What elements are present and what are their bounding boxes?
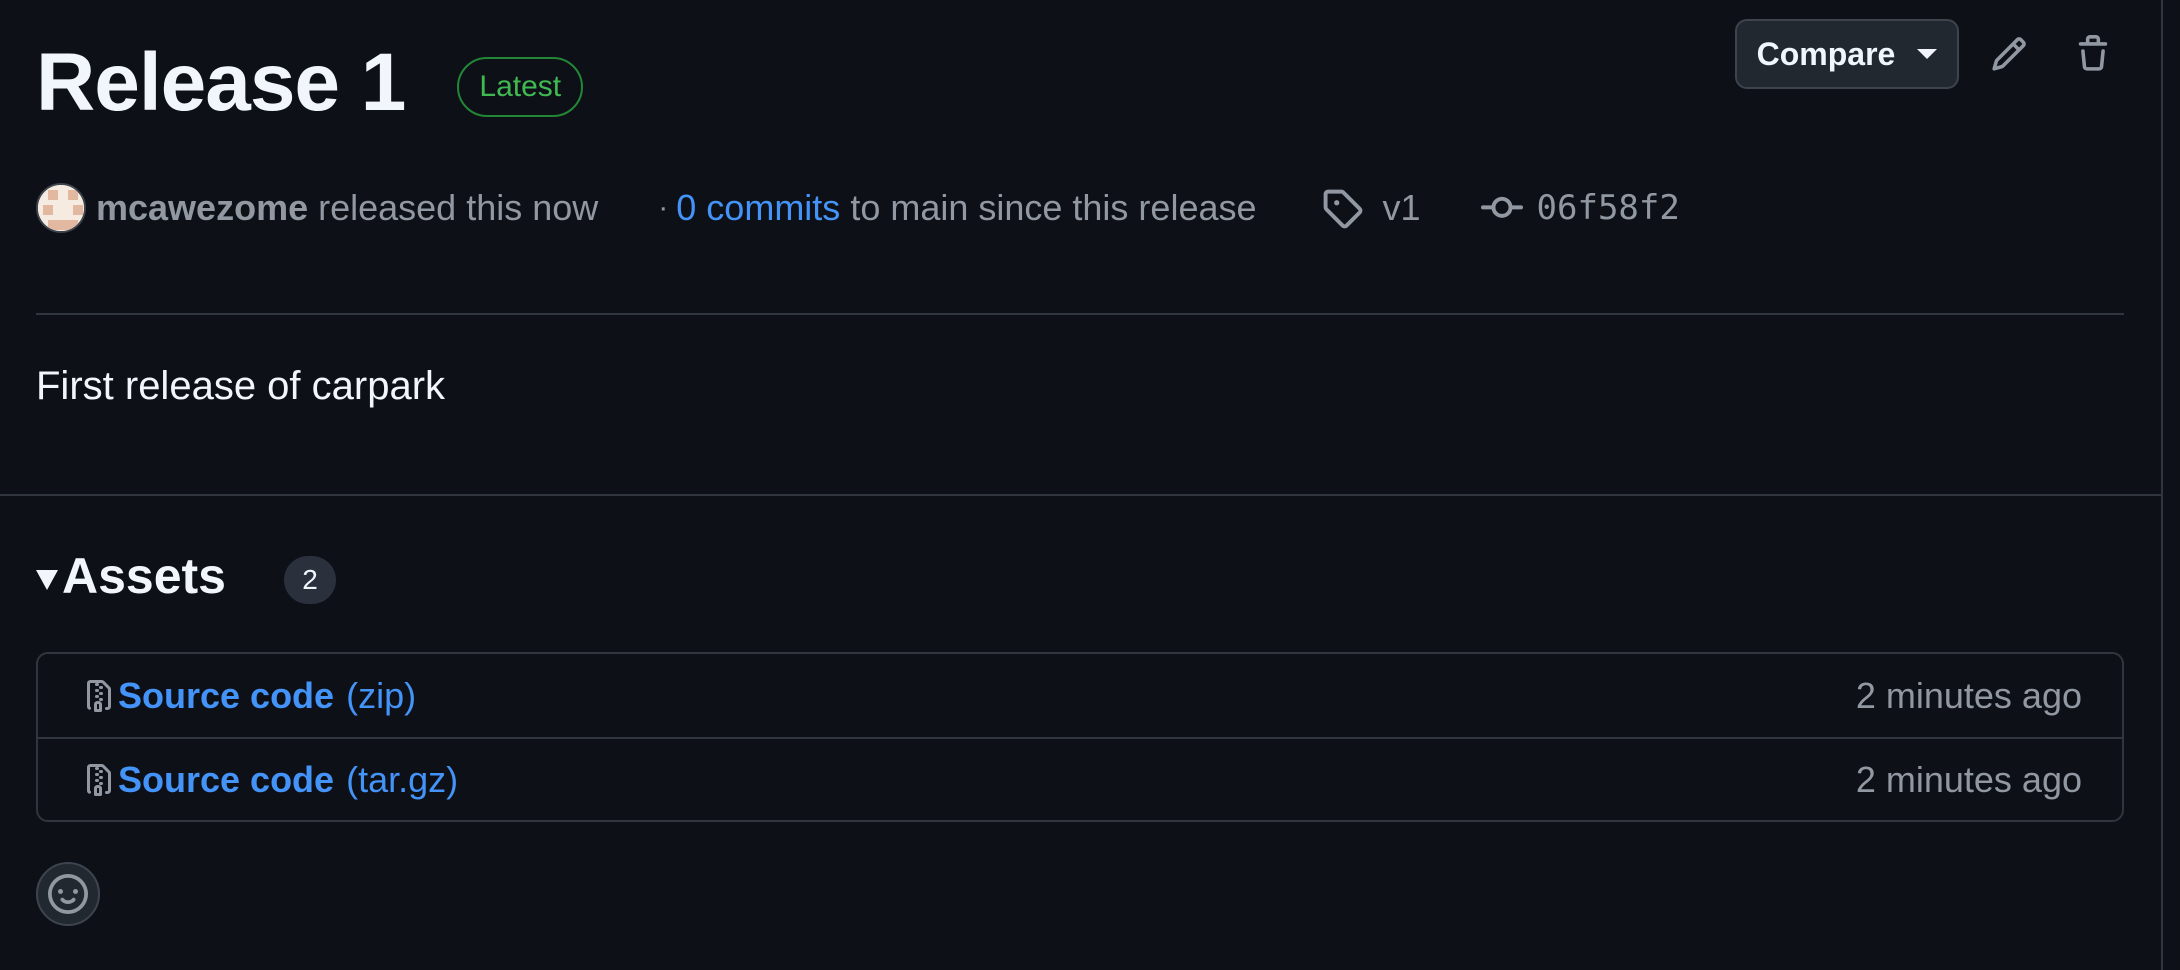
compare-button[interactable]: Compare xyxy=(1735,19,1959,89)
file-zip-icon xyxy=(80,675,118,717)
latest-badge: Latest xyxy=(457,57,584,117)
file-zip-icon xyxy=(80,759,118,801)
meta-separator: · xyxy=(658,191,669,224)
trash-icon xyxy=(2078,35,2108,71)
identicon xyxy=(38,185,84,231)
asset-time: 2 minutes ago xyxy=(1855,674,2082,716)
divider xyxy=(36,313,2124,315)
asset-row: Source code (tar.gz) 2 minutes ago xyxy=(38,737,2122,820)
release-actions: Compare xyxy=(1735,19,2123,89)
avatar[interactable] xyxy=(36,183,86,233)
delete-button[interactable] xyxy=(2063,24,2123,84)
page-frame-border xyxy=(2161,0,2163,970)
assets-title: Assets xyxy=(62,548,226,604)
asset-ext-targz[interactable]: (tar.gz) xyxy=(346,759,458,801)
add-reaction-button[interactable] xyxy=(36,862,100,926)
commits-suffix: to main since this release xyxy=(850,187,1257,228)
tag-icon xyxy=(1321,187,1363,229)
released-text: released this now xyxy=(318,187,599,228)
caret-down-icon xyxy=(1917,49,1938,59)
triangle-down-icon xyxy=(36,570,58,590)
asset-link-zip[interactable]: Source code xyxy=(118,675,334,717)
assets-count-badge: 2 xyxy=(284,556,336,604)
asset-link-targz[interactable]: Source code xyxy=(118,759,334,801)
assets-toggle[interactable]: Assets 2 xyxy=(36,544,336,608)
asset-row: Source code (zip) 2 minutes ago xyxy=(38,654,2122,737)
smiley-icon xyxy=(48,874,88,914)
section-divider xyxy=(0,494,2162,496)
tag-link[interactable]: v1 xyxy=(1383,187,1421,229)
compare-button-label: Compare xyxy=(1756,35,1896,72)
git-commit-icon xyxy=(1480,187,1523,229)
commits-link[interactable]: 0 commits xyxy=(676,187,840,229)
release-meta: mcawezome released this now · 0 commits … xyxy=(36,180,1680,236)
edit-button[interactable] xyxy=(1979,24,2039,84)
author-link[interactable]: mcawezome xyxy=(96,187,308,229)
asset-time: 2 minutes ago xyxy=(1855,758,2082,800)
release-description: First release of carpark xyxy=(36,364,446,408)
pencil-icon xyxy=(1992,37,2026,71)
asset-ext-zip[interactable]: (zip) xyxy=(346,675,416,717)
assets-list: Source code (zip) 2 minutes ago Source c… xyxy=(36,652,2124,822)
release-header: Release 1 Latest xyxy=(36,28,584,138)
release-title: Release 1 xyxy=(36,37,406,128)
commit-sha-link[interactable]: 06f58f2 xyxy=(1537,188,1680,228)
